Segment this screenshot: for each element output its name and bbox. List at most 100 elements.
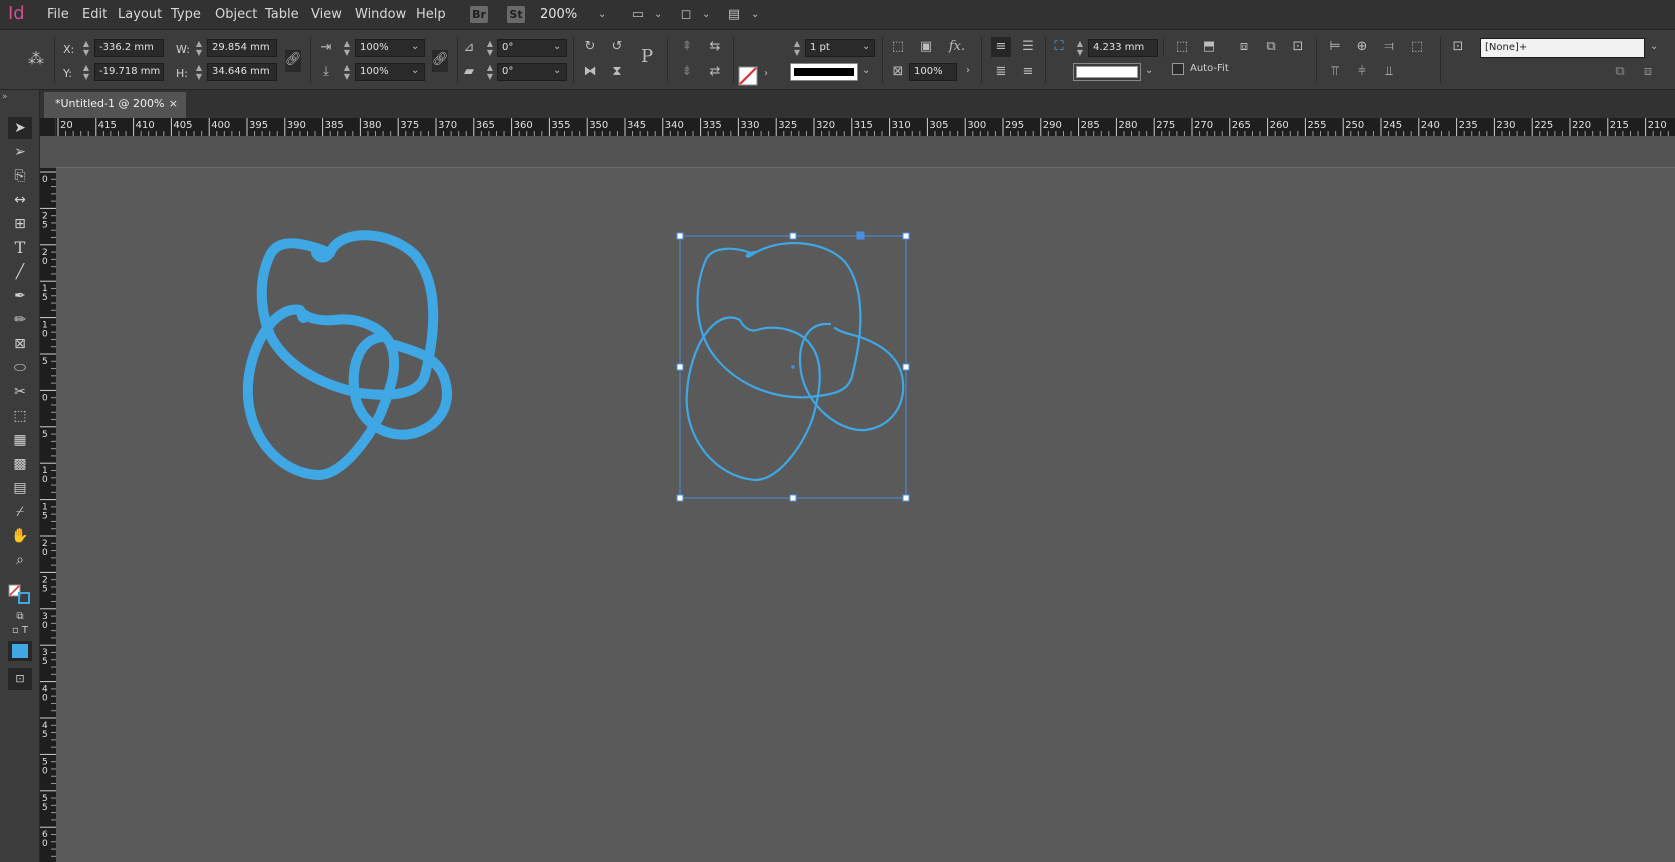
rotate-ccw-icon[interactable]: ↺ xyxy=(607,37,627,57)
bridge-button[interactable]: Br xyxy=(470,6,488,23)
menu-table[interactable]: Table xyxy=(265,7,299,22)
document-tab[interactable]: *Untitled-1 @ 200% × xyxy=(44,92,186,118)
center-content-icon[interactable]: ⊡ xyxy=(1288,37,1308,57)
stroke-type-swatch[interactable] xyxy=(790,63,858,81)
reference-point-icon[interactable]: ⁂ xyxy=(26,49,46,69)
y-stepper-icon[interactable]: ▲ ▼ xyxy=(80,63,92,81)
column-rule-dropdown-icon[interactable]: ⌄ xyxy=(1145,65,1153,76)
ruler-origin[interactable] xyxy=(40,118,56,136)
inset-field[interactable]: 4.233 mm xyxy=(1088,39,1158,57)
select-prev-icon[interactable]: ⇆ xyxy=(705,37,725,57)
rectangle-frame-tool-icon[interactable]: ⊠ xyxy=(8,333,32,355)
y-field[interactable]: -19.718 mm xyxy=(94,63,164,81)
x-stepper-icon[interactable]: ▲ ▼ xyxy=(80,39,92,57)
clear-overrides-icon[interactable]: ⧉ xyxy=(1610,62,1630,82)
align-right-icon[interactable]: ⫤ xyxy=(1379,37,1399,57)
select-content-icon[interactable]: ⇟ xyxy=(677,62,697,82)
arrange-documents-icon[interactable]: ▤ xyxy=(724,5,744,25)
object-style-dropdown-icon[interactable]: ⌄ xyxy=(1650,41,1658,52)
selection-bounding-box[interactable] xyxy=(676,230,912,502)
x-field[interactable]: -336.2 mm xyxy=(94,39,164,57)
rotate-cw-icon[interactable]: ↻ xyxy=(580,37,600,57)
scale-y-dropdown-icon[interactable]: ⌄ xyxy=(411,65,419,76)
w-stepper-icon[interactable]: ▲ ▼ xyxy=(193,39,205,57)
h-stepper-icon[interactable]: ▲ ▼ xyxy=(193,63,205,81)
shear-dropdown-icon[interactable]: ⌄ xyxy=(553,65,561,76)
pen-tool-icon[interactable]: ✒ xyxy=(8,285,32,307)
autofit-checkbox[interactable] xyxy=(1172,63,1184,75)
fill-stroke-swatches-icon[interactable] xyxy=(8,584,32,606)
inset-stepper-icon[interactable]: ▲ ▼ xyxy=(1074,39,1086,57)
drop-shadow-icon[interactable]: ▣ xyxy=(916,37,936,57)
content-collector-icon[interactable]: ⊞ xyxy=(8,213,32,235)
fit-proportionally-icon[interactable]: ⧈ xyxy=(1234,37,1254,57)
h-field[interactable]: 34.646 mm xyxy=(207,63,277,81)
gap-tool-icon[interactable]: ↔ xyxy=(8,189,32,211)
align-bottom-frame-icon[interactable]: ≣ xyxy=(991,62,1011,82)
eyedropper-tool-icon[interactable]: ⌿ xyxy=(8,501,32,523)
flip-horizontal-icon[interactable]: ⧓ xyxy=(580,62,600,82)
formatting-container-icon[interactable]: ▫ T xyxy=(8,620,32,642)
pencil-tool-icon[interactable]: ✏ xyxy=(8,309,32,331)
menu-view[interactable]: View xyxy=(311,7,342,22)
text-wrap-icon[interactable]: ⬚ xyxy=(888,37,908,57)
column-rule-swatch[interactable] xyxy=(1073,63,1141,81)
menu-help[interactable]: Help xyxy=(416,7,446,22)
page-tool-icon[interactable]: ⎘ xyxy=(8,165,32,187)
scale-x-dropdown-icon[interactable]: ⌄ xyxy=(411,41,419,52)
menu-edit[interactable]: Edit xyxy=(82,7,107,22)
horizontal-ruler[interactable]: 20 415 410 405 400 395 390 385 380 375 370 365 360 35… xyxy=(56,118,1675,136)
screen-mode-icon-tools[interactable]: ⊡ xyxy=(8,668,32,690)
stroke-weight-dropdown-icon[interactable]: ⌄ xyxy=(862,41,870,52)
ellipse-tool-icon[interactable]: ⬭ xyxy=(8,357,32,379)
shear-stepper-icon[interactable]: ▲ ▼ xyxy=(484,63,496,81)
zoom-level[interactable]: 200% xyxy=(540,7,577,22)
rotate-dropdown-icon[interactable]: ⌄ xyxy=(553,41,561,52)
free-transform-tool-icon[interactable]: ⬚ xyxy=(8,405,32,427)
scale-x-stepper-icon[interactable]: ▲ ▼ xyxy=(341,39,353,57)
gradient-swatch-tool-icon[interactable]: ▦ xyxy=(8,429,32,451)
menu-window[interactable]: Window xyxy=(355,7,406,22)
menu-layout[interactable]: Layout xyxy=(118,7,162,22)
align-top-icon[interactable]: ⫪ xyxy=(1325,62,1345,82)
line-tool-icon[interactable]: ╱ xyxy=(8,261,32,283)
scribble-thick-path[interactable] xyxy=(240,225,490,515)
arrange-dropdown-icon[interactable]: ⌄ xyxy=(751,9,759,20)
fit-frame-content-icon[interactable]: ⬒ xyxy=(1199,37,1219,57)
align-bottom-icon[interactable]: ⫫ xyxy=(1379,62,1399,82)
fit-content-frame-icon[interactable]: ⬚ xyxy=(1172,37,1192,57)
screen-mode-icon[interactable]: ◻ xyxy=(676,5,696,25)
view-options-dropdown-icon[interactable]: ⌄ xyxy=(654,9,662,20)
select-container-icon[interactable]: ⇞ xyxy=(677,37,697,57)
scissors-tool-icon[interactable]: ✂ xyxy=(8,381,32,403)
stroke-type-dropdown-icon[interactable]: ⌄ xyxy=(862,65,870,76)
direct-selection-tool-icon[interactable]: ➢ xyxy=(8,141,32,163)
menu-object[interactable]: Object xyxy=(215,7,257,22)
align-top-frame-icon[interactable]: ≡ xyxy=(991,37,1011,57)
collapse-panel-icon[interactable]: » xyxy=(2,92,8,102)
style-override-icon[interactable]: ⧈ xyxy=(1638,62,1658,82)
menu-type[interactable]: Type xyxy=(171,7,201,22)
gradient-feather-tool-icon[interactable]: ▩ xyxy=(8,453,32,475)
fill-dropdown-icon[interactable]: › xyxy=(764,68,768,79)
effects-fx-icon[interactable]: fx. xyxy=(947,37,967,57)
note-tool-icon[interactable]: ▤ xyxy=(8,477,32,499)
view-options-icon[interactable]: ▭ xyxy=(628,5,648,25)
scale-y-stepper-icon[interactable]: ▲ ▼ xyxy=(341,63,353,81)
menu-file[interactable]: File xyxy=(47,7,69,22)
opacity-field[interactable]: 100% xyxy=(909,63,957,81)
normal-mode-button[interactable] xyxy=(8,641,32,661)
fill-proportionally-icon[interactable]: ⧉ xyxy=(1261,37,1281,57)
close-tab-icon[interactable]: × xyxy=(169,92,178,116)
type-tool-icon[interactable]: T xyxy=(8,237,32,259)
w-field[interactable]: 29.854 mm xyxy=(207,39,277,57)
select-next-icon[interactable]: ⇄ xyxy=(705,62,725,82)
constrain-scale-icon[interactable]: 🔗︎ xyxy=(432,50,449,72)
rotate-stepper-icon[interactable]: ▲ ▼ xyxy=(484,39,496,57)
distribute-spacing-icon[interactable]: ⬚ xyxy=(1407,37,1427,57)
align-vertical-center-icon[interactable]: ⫩ xyxy=(1352,62,1372,82)
flip-vertical-icon[interactable]: ⧗ xyxy=(607,62,627,82)
align-center-frame-icon[interactable]: ☰ xyxy=(1018,37,1038,57)
stock-button[interactable]: St xyxy=(507,6,525,23)
selection-tool-icon[interactable]: ➤ xyxy=(8,117,32,139)
